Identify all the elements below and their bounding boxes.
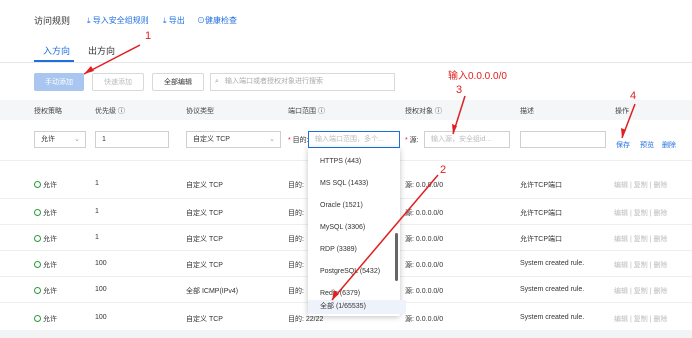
priority-cell: 1 [95, 208, 99, 215]
page-title: 访问规则 [34, 16, 71, 26]
dropdown-option[interactable]: MySQL (3306) [320, 224, 365, 231]
desc-cell: System created rule. [520, 260, 585, 267]
annotation-arrowhead-4 [621, 128, 626, 138]
desc-cell: 允许TCP端口 [520, 182, 562, 189]
col-desc: 描述 [520, 108, 534, 115]
policy-cell: 允许 [34, 180, 57, 190]
col-ops: 操作 [615, 108, 629, 115]
col-target: 授权对象 ⓘ [405, 108, 442, 115]
priority-cell: 1 [95, 180, 99, 187]
check-icon [34, 287, 41, 294]
priority-cell: 100 [95, 314, 107, 321]
row-ops[interactable]: 编辑 | 复制 | 删除 [614, 286, 667, 296]
annotation-number-1: 1 [145, 30, 152, 42]
check-circle-icon: ⊙ [197, 16, 205, 25]
protocol-cell: 自定义 TCP [186, 316, 223, 323]
desc-cell: 允许TCP端口 [520, 236, 562, 243]
row-ops[interactable]: 编辑 | 复制 | 删除 [614, 234, 667, 244]
policy-cell: 允许 [34, 234, 57, 244]
footer-bar [0, 330, 692, 338]
check-icon [34, 209, 41, 216]
desc-cell: System created rule. [520, 286, 585, 293]
target-cell: 源: 0.0.0.0/0 [405, 262, 444, 269]
port-cell: 目的: [288, 262, 304, 269]
quick-add-button[interactable]: 快速添加 [92, 73, 144, 91]
protocol-cell: 自定义 TCP [186, 182, 223, 189]
health-check-link[interactable]: ⊙健康检查 [197, 15, 237, 26]
row-ops[interactable]: 编辑 | 复制 | 删除 [614, 208, 667, 218]
dropdown-option-selected[interactable]: 全部 (1/65535) [308, 300, 406, 314]
port-input[interactable]: 输入端口范围，多个... [308, 131, 400, 148]
check-icon [34, 181, 41, 188]
policy-cell: 允许 [34, 260, 57, 270]
annotation-number-3: 3 [456, 84, 463, 96]
port-cell: 目的: [288, 236, 304, 243]
priority-cell: 100 [95, 286, 107, 293]
export-link[interactable]: ⤓ 导出 [163, 15, 185, 26]
dropdown-option[interactable]: Redis (6379) [320, 290, 360, 297]
chevron-down-icon: ⌄ [74, 136, 80, 143]
target-input[interactable]: 输入源，安全组id... [424, 131, 510, 148]
port-cell: 目的: [288, 288, 304, 295]
row-ops[interactable]: 编辑 | 复制 | 删除 [614, 314, 667, 324]
annotation-hint: 输入0.0.0.0/0 [448, 71, 507, 82]
col-priority: 优先级 ⓘ [95, 108, 125, 115]
import-rules-link[interactable]: ⤓ 导入安全组规则 [87, 15, 149, 26]
annotation-number-4: 4 [630, 90, 637, 102]
manual-add-button[interactable]: 手动添加 [34, 73, 84, 91]
dropdown-option[interactable]: HTTPS (443) [320, 158, 361, 165]
check-icon [34, 315, 41, 322]
desc-cell: System created rule. [520, 314, 585, 321]
desc-input[interactable] [520, 131, 606, 148]
protocol-cell: 自定义 TCP [186, 236, 223, 243]
col-protocol: 协议类型 [186, 108, 214, 115]
target-cell: 源: 0.0.0.0/0 [405, 182, 444, 189]
dropdown-option[interactable]: MS SQL (1433) [320, 180, 368, 187]
desc-cell: 允许TCP端口 [520, 210, 562, 217]
preview-link[interactable]: 预览 [640, 140, 654, 150]
edit-all-button[interactable]: 全部编辑 [152, 73, 204, 91]
chevron-down-icon: ⌄ [269, 136, 275, 143]
protocol-cell: 自定义 TCP [186, 262, 223, 269]
tabs-divider [0, 62, 692, 63]
policy-select[interactable]: 允许 ⌄ [34, 131, 86, 148]
priority-cell: 100 [95, 260, 107, 267]
protocol-select[interactable]: 自定义 TCP ⌄ [186, 131, 281, 148]
tab-outbound[interactable]: 出方向 [88, 44, 115, 57]
target-label: * 源: [405, 137, 419, 144]
priority-input[interactable]: 1 [95, 131, 169, 148]
col-policy: 授权策略 [34, 108, 62, 115]
search-input[interactable]: ⌕ 输入端口或者授权对象进行搜索 [210, 73, 395, 91]
priority-cell: 1 [95, 234, 99, 241]
target-cell: 源: 0.0.0.0/0 [405, 236, 444, 243]
dropdown-option[interactable]: RDP (3389) [320, 246, 357, 253]
dropdown-scrollbar[interactable] [395, 233, 398, 281]
dropdown-option[interactable]: PostgreSQL (5432) [320, 268, 380, 275]
delete-link[interactable]: 删除 [662, 140, 676, 150]
port-cell: 目的: [288, 182, 304, 189]
port-cell: 目的: [288, 210, 304, 217]
tab-inbound[interactable]: 入方向 [43, 44, 70, 57]
protocol-cell: 全部 ICMP(IPv4) [186, 288, 239, 295]
port-dropdown: HTTPS (443) MS SQL (1433) Oracle (1521) … [308, 148, 406, 316]
search-icon: ⌕ [215, 78, 219, 85]
check-icon [34, 235, 41, 242]
dropdown-option[interactable]: Oracle (1521) [320, 202, 363, 209]
target-cell: 源: 0.0.0.0/0 [405, 210, 444, 217]
policy-cell: 允许 [34, 286, 57, 296]
target-cell: 源: 0.0.0.0/0 [405, 316, 444, 323]
target-cell: 源: 0.0.0.0/0 [405, 288, 444, 295]
row-ops[interactable]: 编辑 | 复制 | 删除 [614, 180, 667, 190]
annotation-number-2: 2 [440, 164, 447, 176]
port-label: * 目的: [288, 137, 309, 144]
policy-cell: 允许 [34, 314, 57, 324]
policy-cell: 允许 [34, 208, 57, 218]
col-port: 端口范围 ⓘ [288, 108, 325, 115]
protocol-cell: 自定义 TCP [186, 210, 223, 217]
save-link[interactable]: 保存 [616, 140, 630, 150]
row-ops[interactable]: 编辑 | 复制 | 删除 [614, 260, 667, 270]
check-icon [34, 261, 41, 268]
